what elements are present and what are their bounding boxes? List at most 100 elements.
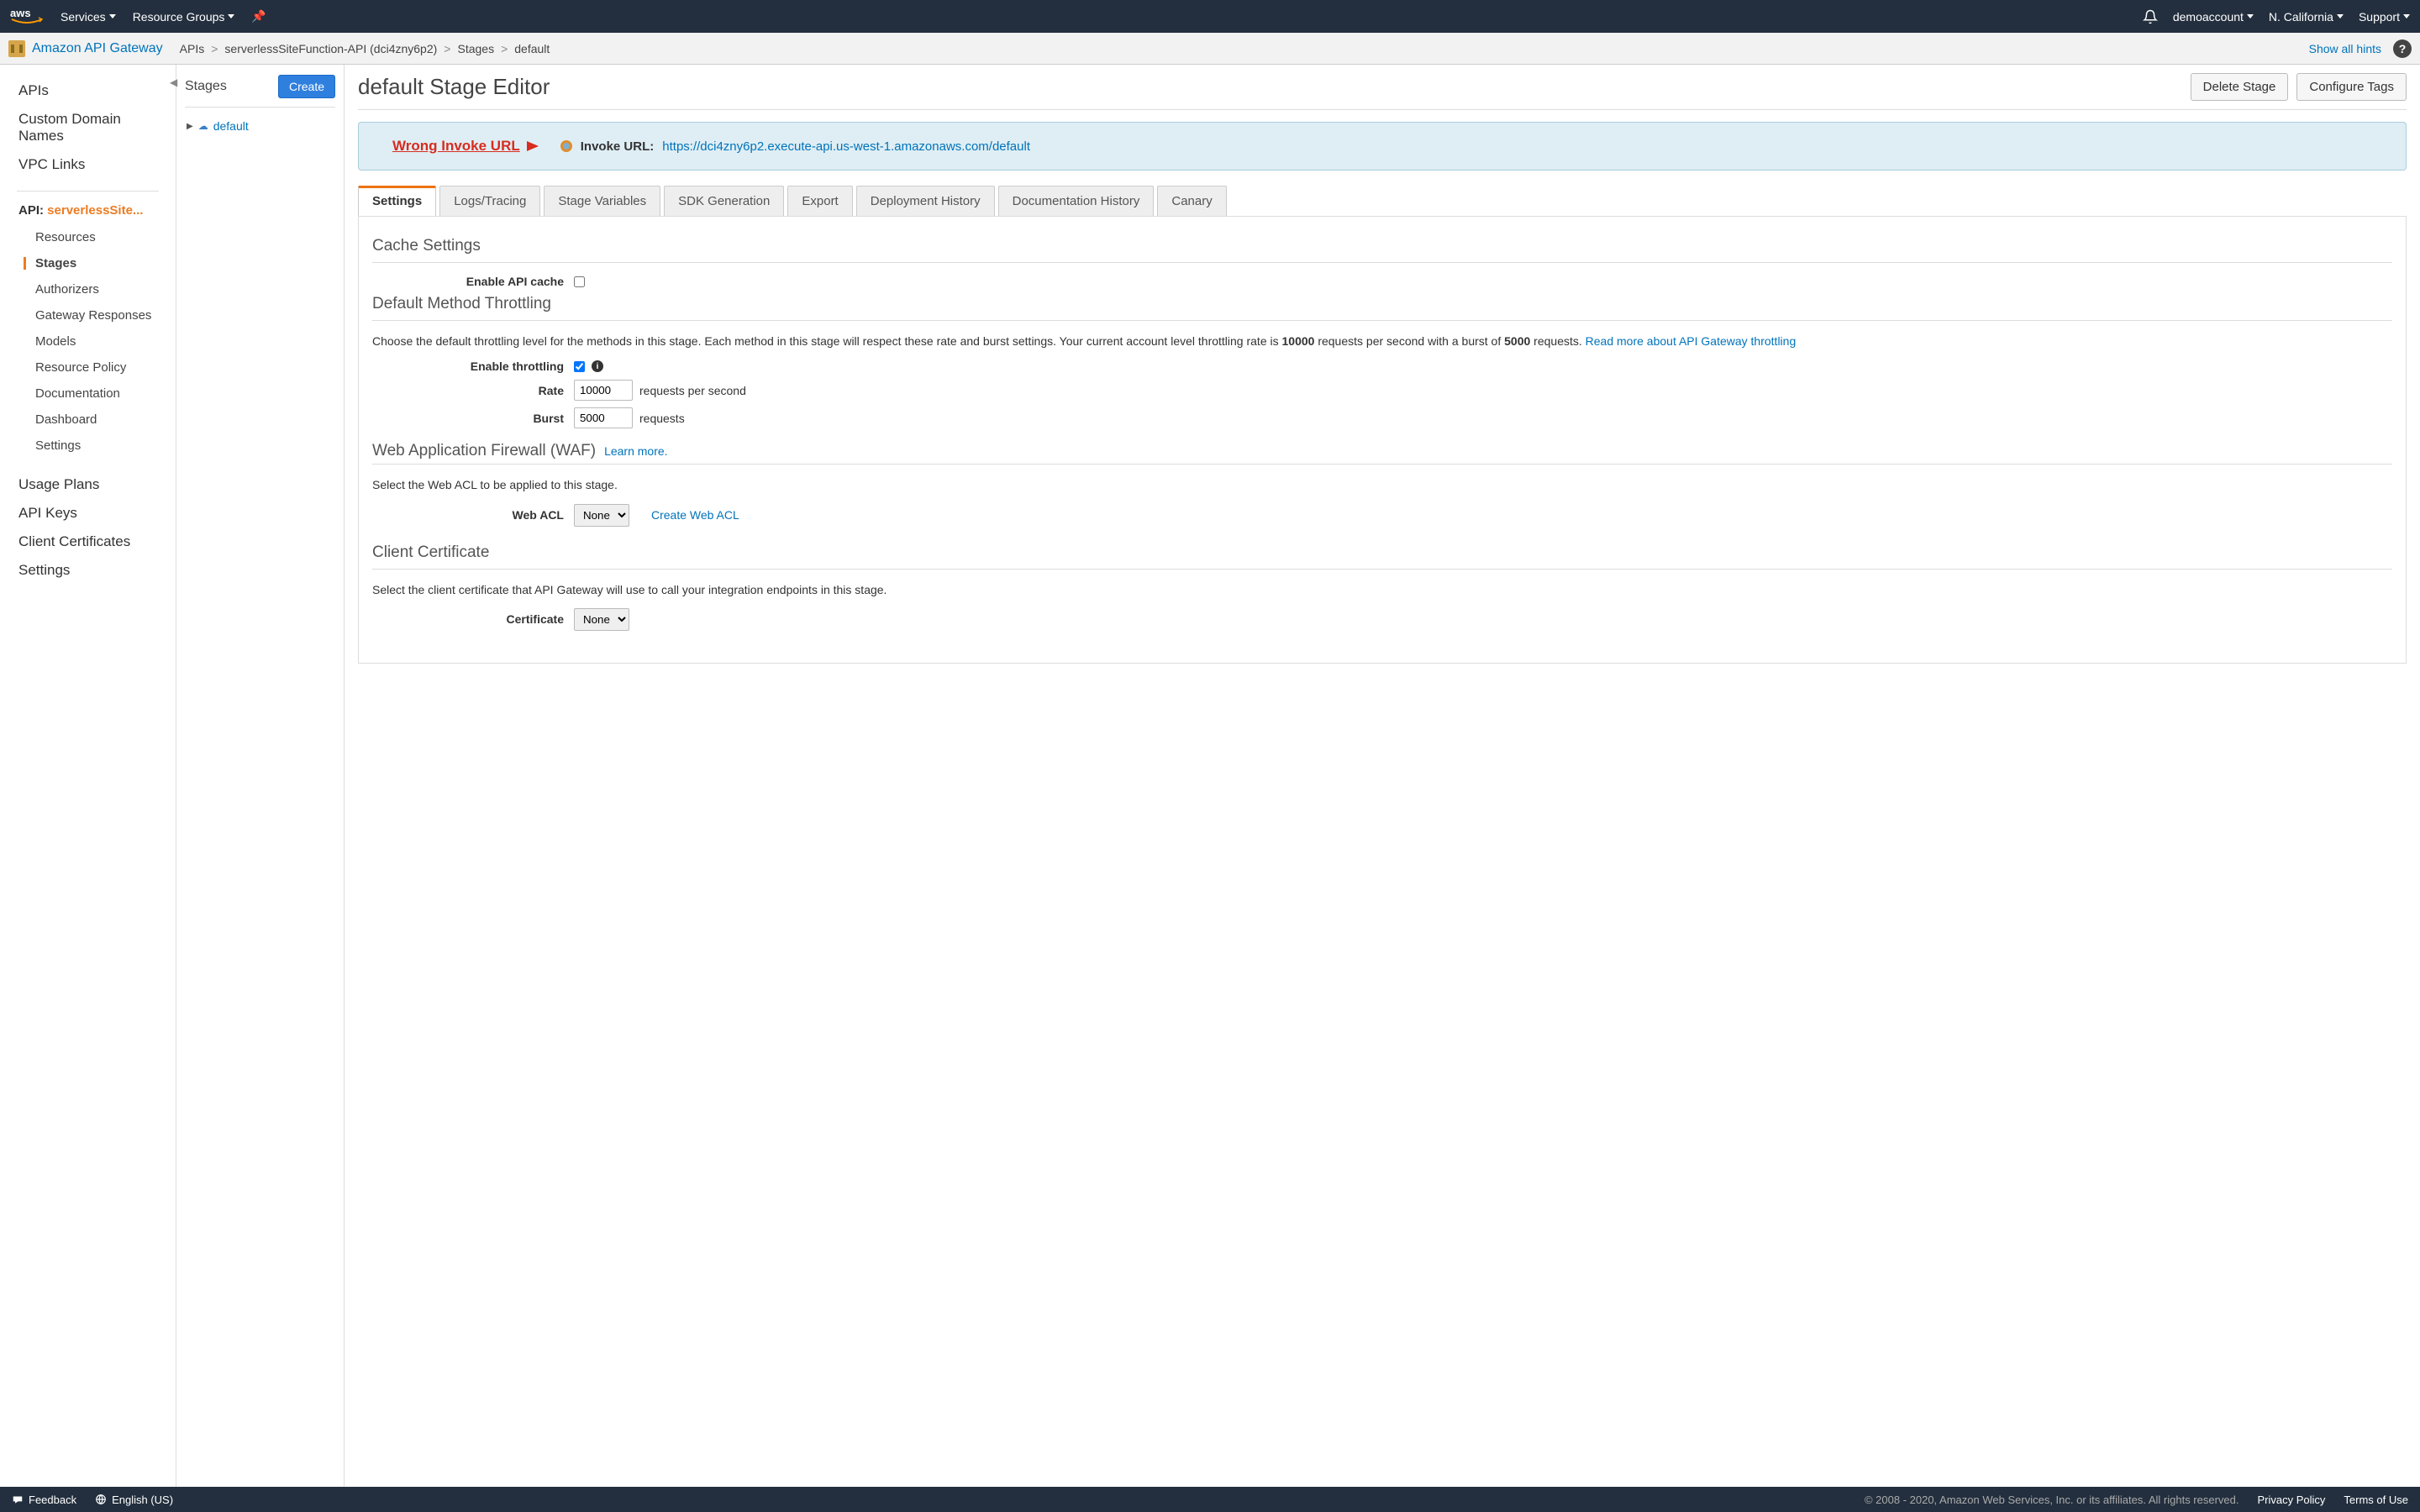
rate-input[interactable] [574, 380, 633, 401]
left-nav-documentation[interactable]: Documentation [0, 381, 176, 407]
enable-throttling-checkbox[interactable] [574, 361, 585, 372]
stages-tree-pane: ◀ Stages Create ▶ ☁ default [176, 65, 345, 1487]
burst-label: Burst [372, 412, 574, 425]
left-nav-vpc-links[interactable]: VPC Links [0, 150, 176, 179]
footer: Feedback English (US) © 2008 - 2020, Ama… [0, 1487, 2420, 1512]
tab-logs-tracing[interactable]: Logs/Tracing [439, 186, 540, 216]
stage-tabs: Settings Logs/Tracing Stage Variables SD… [358, 186, 2407, 217]
notifications-icon[interactable] [2143, 9, 2158, 24]
left-nav-gateway-responses[interactable]: Gateway Responses [0, 302, 176, 328]
stages-pane-title: Stages [185, 79, 227, 94]
tab-deployment-history[interactable]: Deployment History [856, 186, 995, 216]
left-nav-stages[interactable]: Stages [0, 250, 176, 276]
nav-resource-groups[interactable]: Resource Groups [133, 10, 235, 24]
left-nav-resource-policy[interactable]: Resource Policy [0, 354, 176, 381]
language-selector[interactable]: English (US) [95, 1494, 173, 1506]
left-nav-settings-global[interactable]: Settings [0, 556, 176, 585]
throttling-description: Choose the default throttling level for … [372, 333, 2392, 349]
nav-services-label: Services [60, 10, 106, 24]
breadcrumb-item[interactable]: APIs [180, 42, 205, 55]
breadcrumb-item[interactable]: serverlessSiteFunction-API (dci4zny6p2) [224, 42, 437, 55]
certificate-label: Certificate [372, 612, 574, 626]
nav-support[interactable]: Support [2359, 10, 2410, 24]
caret-down-icon [109, 14, 116, 18]
caret-down-icon [2403, 14, 2410, 18]
invoke-bullet-icon [560, 140, 572, 152]
settings-panel: Cache Settings Enable API cache Default … [358, 217, 2407, 664]
left-nav-resources[interactable]: Resources [0, 224, 176, 250]
configure-tags-button[interactable]: Configure Tags [2296, 73, 2407, 101]
footer-copyright: © 2008 - 2020, Amazon Web Services, Inc.… [1865, 1494, 2239, 1506]
tab-documentation-history[interactable]: Documentation History [998, 186, 1155, 216]
client-cert-description: Select the client certificate that API G… [372, 581, 2392, 598]
help-icon[interactable]: ? [2393, 39, 2412, 58]
top-nav: aws Services Resource Groups 📌 demoaccou… [0, 0, 2420, 33]
nav-resource-groups-label: Resource Groups [133, 10, 225, 24]
web-acl-select[interactable]: None [574, 504, 629, 527]
info-icon[interactable]: i [592, 360, 603, 372]
tab-sdk-generation[interactable]: SDK Generation [664, 186, 784, 216]
caret-right-icon: ▶ [187, 122, 193, 131]
annotation-wrong-url: Wrong Invoke URL [392, 138, 520, 155]
invoke-url-label: Invoke URL: [581, 139, 655, 154]
client-cert-section-title: Client Certificate [372, 543, 2392, 562]
pin-icon[interactable]: 📌 [251, 9, 266, 24]
current-api-name[interactable]: serverlessSite... [47, 203, 143, 218]
create-stage-button[interactable]: Create [278, 75, 335, 98]
privacy-policy-link[interactable]: Privacy Policy [2258, 1494, 2326, 1506]
tab-stage-variables[interactable]: Stage Variables [544, 186, 660, 216]
collapse-handle-icon[interactable]: ◀ [170, 76, 177, 88]
throttling-section-title: Default Method Throttling [372, 295, 2392, 313]
cache-section-title: Cache Settings [372, 237, 2392, 255]
create-web-acl-link[interactable]: Create Web ACL [651, 508, 739, 522]
throttling-read-more-link[interactable]: Read more about API Gateway throttling [1586, 334, 1797, 348]
enable-cache-checkbox[interactable] [574, 276, 585, 287]
burst-input[interactable] [574, 407, 633, 428]
main-content: default Stage Editor Delete Stage Config… [345, 65, 2420, 1487]
left-nav-dashboard[interactable]: Dashboard [0, 407, 176, 433]
svg-text:aws: aws [10, 7, 31, 19]
enable-cache-label: Enable API cache [372, 275, 574, 288]
stage-icon: ☁ [198, 120, 208, 132]
terms-of-use-link[interactable]: Terms of Use [2344, 1494, 2408, 1506]
caret-down-icon [228, 14, 234, 18]
tab-canary[interactable]: Canary [1157, 186, 1226, 216]
rate-unit: requests per second [639, 384, 746, 397]
chat-icon [12, 1494, 24, 1505]
waf-description: Select the Web ACL to be applied to this… [372, 476, 2392, 493]
tab-export[interactable]: Export [787, 186, 852, 216]
aws-logo-icon[interactable]: aws [10, 6, 44, 27]
invoke-url-link[interactable]: https://dci4zny6p2.execute-api.us-west-1… [662, 139, 1030, 154]
web-acl-label: Web ACL [372, 508, 574, 522]
nav-account[interactable]: demoaccount [2173, 10, 2254, 24]
left-nav-settings[interactable]: Settings [0, 433, 176, 459]
feedback-link[interactable]: Feedback [12, 1494, 76, 1506]
certificate-select[interactable]: None [574, 608, 629, 631]
nav-region-label: N. California [2269, 10, 2333, 24]
left-nav-models[interactable]: Models [0, 328, 176, 354]
stage-name-label: default [213, 119, 249, 133]
enable-throttling-label: Enable throttling [372, 360, 574, 373]
waf-learn-more-link[interactable]: Learn more. [604, 444, 667, 458]
nav-region[interactable]: N. California [2269, 10, 2344, 24]
stage-tree-item[interactable]: ▶ ☁ default [185, 116, 335, 136]
tab-settings[interactable]: Settings [358, 186, 436, 216]
api-label: API: serverlessSite... [0, 203, 176, 218]
delete-stage-button[interactable]: Delete Stage [2191, 73, 2289, 101]
left-nav-usage-plans[interactable]: Usage Plans [0, 470, 176, 499]
rate-label: Rate [372, 384, 574, 397]
globe-icon [95, 1494, 107, 1505]
sub-nav: Amazon API Gateway APIs> serverlessSiteF… [0, 33, 2420, 65]
left-nav-client-certs[interactable]: Client Certificates [0, 528, 176, 556]
left-nav-api-keys[interactable]: API Keys [0, 499, 176, 528]
left-nav-authorizers[interactable]: Authorizers [0, 276, 176, 302]
breadcrumb-item: default [514, 42, 550, 55]
nav-support-label: Support [2359, 10, 2400, 24]
waf-section-title: Web Application Firewall (WAF) [372, 442, 596, 460]
nav-services[interactable]: Services [60, 10, 116, 24]
left-nav-custom-domain[interactable]: Custom Domain Names [0, 105, 176, 150]
service-name-link[interactable]: Amazon API Gateway [32, 41, 163, 56]
breadcrumb-item[interactable]: Stages [457, 42, 494, 55]
show-all-hints-link[interactable]: Show all hints [2309, 42, 2381, 55]
left-nav-apis[interactable]: APIs [0, 76, 176, 105]
